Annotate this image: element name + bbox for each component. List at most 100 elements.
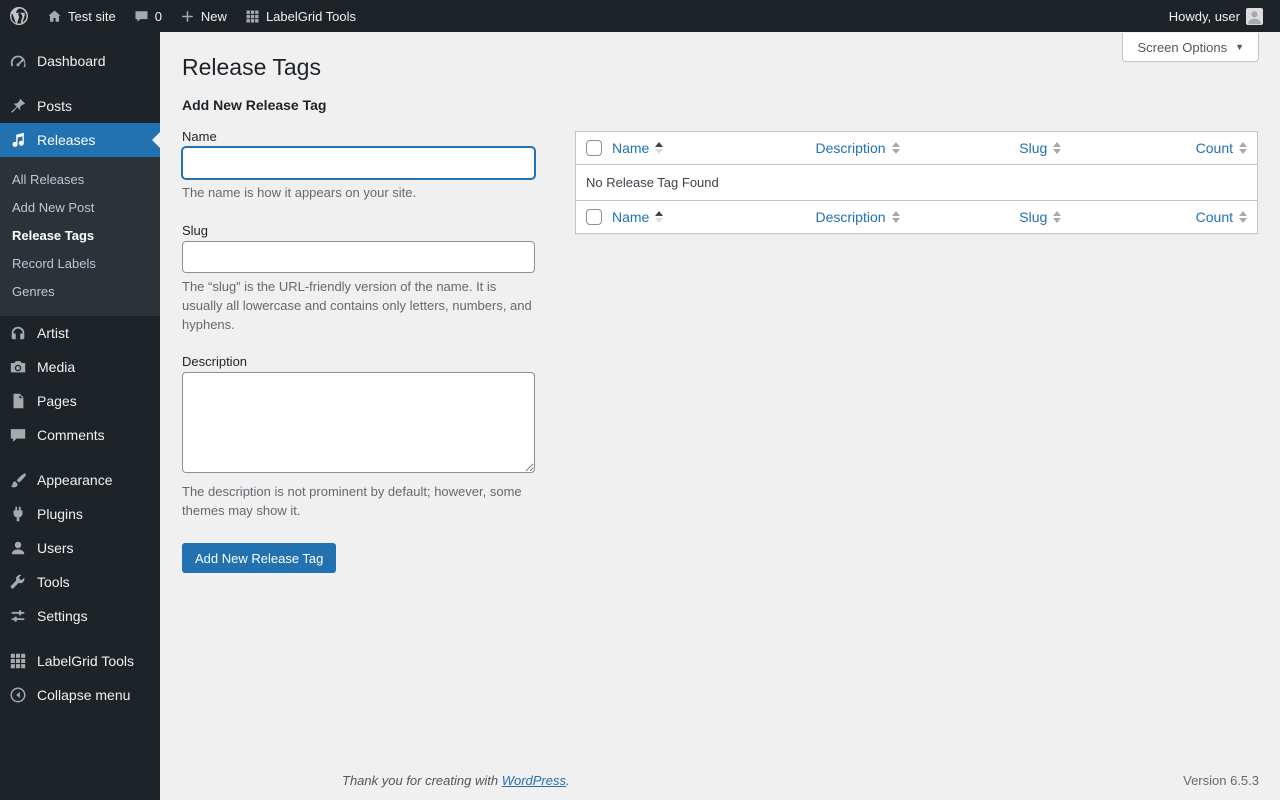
sidebar-item-label: Artist — [37, 325, 69, 341]
releases-submenu: All Releases Add New Post Release Tags R… — [0, 157, 160, 316]
sort-by-name-footer[interactable]: Name — [612, 209, 663, 225]
sidebar-item-dashboard[interactable]: Dashboard — [0, 44, 160, 78]
headphones-icon — [8, 323, 28, 343]
column-footer-slug: Slug — [1019, 209, 1047, 225]
submenu-item-genres[interactable]: Genres — [0, 278, 160, 306]
form-heading: Add New Release Tag — [182, 97, 535, 113]
sortable-icon — [892, 211, 900, 223]
menu-separator — [0, 78, 160, 89]
comment-icon — [134, 9, 149, 24]
wordpress-link[interactable]: WordPress — [502, 773, 566, 788]
sidebar-item-plugins[interactable]: Plugins — [0, 497, 160, 531]
sort-by-count-footer[interactable]: Count — [1196, 209, 1247, 225]
release-tags-table: Name Description — [575, 131, 1258, 234]
sortable-icon — [1239, 142, 1247, 154]
menu-separator — [0, 452, 160, 463]
sort-ascending-icon — [655, 211, 663, 223]
column-header-description: Description — [816, 140, 886, 156]
footer-period: . — [566, 773, 570, 788]
column-header-name: Name — [612, 140, 649, 156]
select-all-checkbox-bottom[interactable] — [586, 209, 602, 225]
sortable-icon — [1053, 211, 1061, 223]
add-new-release-tag-button[interactable]: Add New Release Tag — [182, 543, 336, 573]
submenu-item-all-releases[interactable]: All Releases — [0, 166, 160, 194]
sidebar-item-collapse-menu[interactable]: Collapse menu — [0, 678, 160, 712]
description-label: Description — [182, 354, 535, 369]
comments-count: 0 — [155, 9, 162, 24]
name-help-text: The name is how it appears on your site. — [182, 184, 535, 203]
sidebar-item-label: Dashboard — [37, 53, 106, 69]
user-icon — [8, 538, 28, 558]
footer-thanks-text: Thank you for creating with — [342, 773, 498, 788]
grid-icon — [245, 9, 260, 24]
column-footer-count: Count — [1196, 209, 1233, 225]
sidebar-item-pages[interactable]: Pages — [0, 384, 160, 418]
admin-sidebar: Dashboard Posts Releases All Releases Ad… — [0, 32, 160, 800]
sidebar-item-media[interactable]: Media — [0, 350, 160, 384]
column-footer-description: Description — [816, 209, 886, 225]
sidebar-item-label: Users — [37, 540, 74, 556]
media-icon — [8, 357, 28, 377]
page-title: Release Tags — [182, 53, 1258, 82]
menu-separator — [0, 633, 160, 644]
wordpress-logo-icon — [9, 6, 29, 26]
user-avatar — [1246, 8, 1263, 25]
sidebar-item-label: Releases — [37, 132, 95, 148]
home-icon — [47, 9, 62, 24]
pushpin-icon — [8, 96, 28, 116]
grid-icon — [8, 651, 28, 671]
sidebar-item-labelgrid-tools[interactable]: LabelGrid Tools — [0, 644, 160, 678]
sort-by-slug[interactable]: Slug — [1019, 140, 1061, 156]
select-all-checkbox-top[interactable] — [586, 140, 602, 156]
sidebar-item-appearance[interactable]: Appearance — [0, 463, 160, 497]
sidebar-item-tools[interactable]: Tools — [0, 565, 160, 599]
site-name-menu[interactable]: Test site — [38, 0, 125, 32]
column-footer-name: Name — [612, 209, 649, 225]
description-textarea[interactable] — [182, 372, 535, 473]
sidebar-item-label: Settings — [37, 608, 88, 624]
sidebar-item-label: Collapse menu — [37, 687, 130, 703]
collapse-arrow-icon — [8, 685, 28, 705]
paintbrush-icon — [8, 470, 28, 490]
version-text: Version 6.5.3 — [1183, 773, 1259, 788]
sidebar-item-releases[interactable]: Releases — [0, 123, 160, 157]
slug-input[interactable] — [182, 241, 535, 273]
slug-label: Slug — [182, 223, 535, 238]
screen-options-button[interactable]: Screen Options ▼ — [1122, 33, 1259, 62]
sidebar-item-label: Comments — [37, 427, 105, 443]
plus-icon — [180, 9, 195, 24]
submenu-item-release-tags[interactable]: Release Tags — [0, 222, 160, 250]
comments-menu[interactable]: 0 — [125, 0, 171, 32]
sliders-icon — [8, 606, 28, 626]
sidebar-item-label: Tools — [37, 574, 70, 590]
sidebar-item-settings[interactable]: Settings — [0, 599, 160, 633]
wordpress-menu[interactable] — [0, 0, 38, 32]
main-content-area: Screen Options ▼ Release Tags Add New Re… — [160, 32, 1280, 800]
sort-by-description-footer[interactable]: Description — [816, 209, 900, 225]
sort-by-slug-footer[interactable]: Slug — [1019, 209, 1061, 225]
sidebar-item-users[interactable]: Users — [0, 531, 160, 565]
submenu-item-add-new-post[interactable]: Add New Post — [0, 194, 160, 222]
labelgrid-label: LabelGrid Tools — [266, 9, 356, 24]
sortable-icon — [1239, 211, 1247, 223]
comment-bubble-icon — [8, 425, 28, 445]
screen-options-label: Screen Options — [1137, 40, 1227, 55]
my-account-menu[interactable]: Howdy, user — [1160, 0, 1272, 32]
slug-help-text: The “slug” is the URL-friendly version o… — [182, 278, 535, 335]
labelgrid-tools-menu[interactable]: LabelGrid Tools — [236, 0, 365, 32]
sort-by-description[interactable]: Description — [816, 140, 900, 156]
sidebar-item-artist[interactable]: Artist — [0, 316, 160, 350]
admin-footer: Thank you for creating with WordPress. V… — [342, 773, 1259, 788]
description-help-text: The description is not prominent by defa… — [182, 483, 535, 521]
name-input[interactable] — [182, 147, 535, 179]
submenu-item-record-labels[interactable]: Record Labels — [0, 250, 160, 278]
sidebar-item-comments[interactable]: Comments — [0, 418, 160, 452]
sort-by-name[interactable]: Name — [612, 140, 663, 156]
dashboard-icon — [8, 51, 28, 71]
sort-by-count[interactable]: Count — [1196, 140, 1247, 156]
new-content-menu[interactable]: New — [171, 0, 236, 32]
sortable-icon — [1053, 142, 1061, 154]
sidebar-item-label: Appearance — [37, 472, 113, 488]
sidebar-item-posts[interactable]: Posts — [0, 89, 160, 123]
sidebar-item-label: Pages — [37, 393, 77, 409]
